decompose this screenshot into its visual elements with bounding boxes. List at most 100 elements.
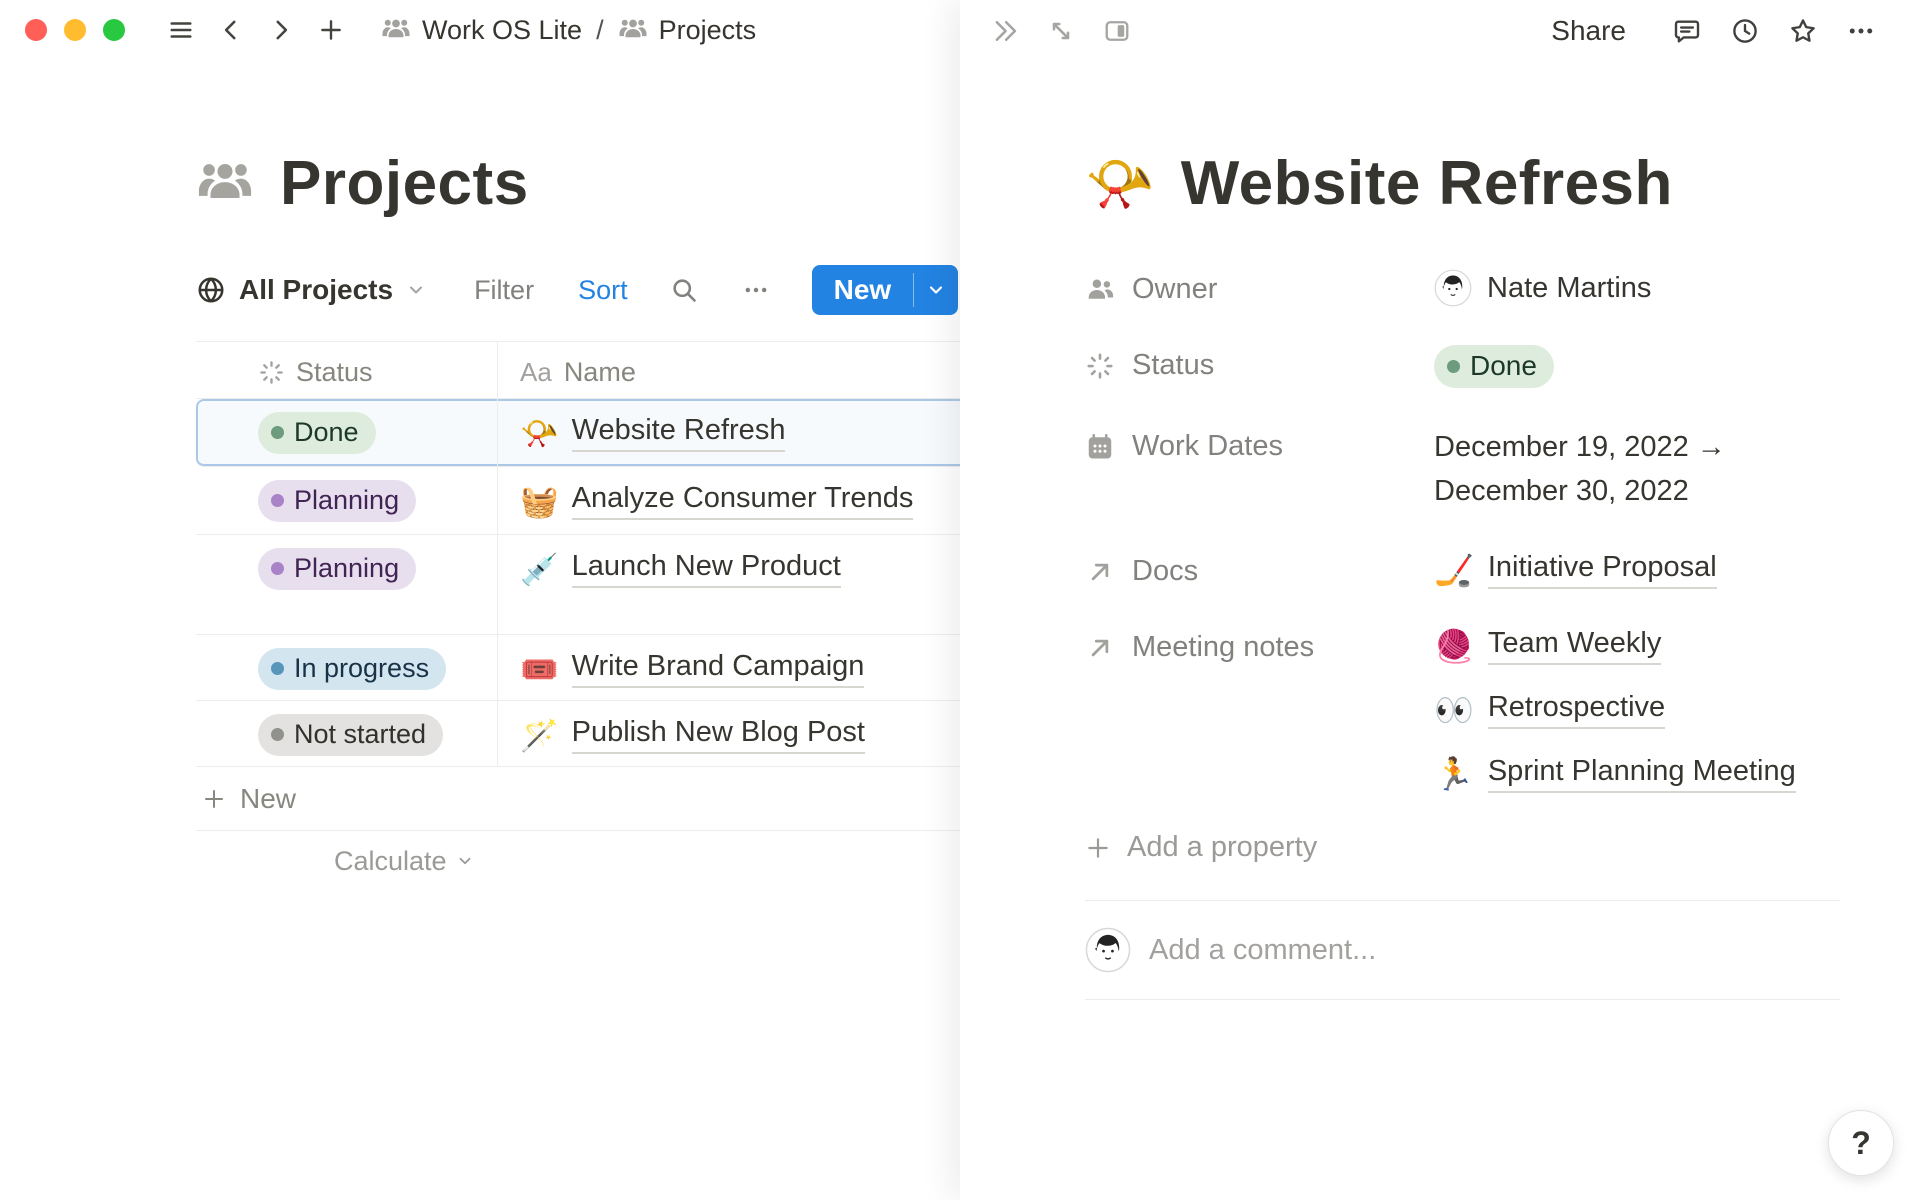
status-pill-label: In progress (294, 653, 429, 684)
arrow-up-right-icon (1085, 557, 1115, 587)
name-column-label: Name (564, 357, 636, 388)
close-window-button[interactable] (25, 19, 47, 41)
status-column-header[interactable]: Status (196, 342, 498, 398)
status-pill-label: Done (294, 417, 359, 448)
history-clock-icon[interactable] (1728, 14, 1762, 48)
status-dot (271, 728, 284, 741)
property-label-dates[interactable]: Work Dates (1085, 426, 1434, 463)
property-row-dates: Work Dates December 19, 2022 → December … (1085, 426, 1840, 513)
runner-emoji-icon: 🏃 (1434, 758, 1474, 790)
add-row-label: New (240, 783, 296, 815)
status-dot (271, 494, 284, 507)
people-group-icon (381, 15, 411, 45)
page-link[interactable]: 📯 Website Refresh (520, 414, 785, 452)
search-icon[interactable] (668, 274, 700, 306)
comment-input[interactable] (1149, 934, 1840, 967)
avatar (1434, 269, 1472, 307)
chevron-down-icon (926, 280, 946, 300)
owner-name: Nate Martins (1487, 272, 1651, 305)
relation-link-label: Retrospective (1488, 691, 1665, 729)
sidebar-menu-icon[interactable] (165, 14, 197, 46)
page-title[interactable]: Projects (280, 148, 529, 219)
breadcrumb-projects-label: Projects (659, 15, 757, 46)
add-property-button[interactable]: Add a property (1085, 831, 1840, 864)
status-pill-label: Done (1470, 350, 1537, 382)
status-cell[interactable]: In progress (196, 635, 498, 700)
status-pill-label: Planning (294, 553, 399, 584)
sort-button[interactable]: Sort (578, 275, 628, 306)
dates-value[interactable]: December 19, 2022 → December 30, 2022 (1434, 426, 1840, 513)
property-label-status[interactable]: Status (1085, 345, 1434, 382)
favorite-star-icon[interactable] (1786, 14, 1820, 48)
back-icon[interactable] (215, 14, 247, 46)
status-cell[interactable]: Not started (196, 701, 498, 766)
chevron-down-icon (406, 280, 426, 300)
new-button-dropdown[interactable] (914, 265, 958, 315)
relation-link[interactable]: 👀 Retrospective (1434, 691, 1840, 729)
relation-link[interactable]: 🏒 Initiative Proposal (1434, 551, 1840, 589)
property-label-owner[interactable]: Owner (1085, 269, 1434, 306)
status-burst-icon (1085, 351, 1115, 381)
property-row-status: Status Done (1085, 345, 1840, 388)
owner-value[interactable]: Nate Martins (1434, 269, 1840, 307)
postal-horn-emoji-icon[interactable]: 📯 (1085, 156, 1155, 212)
plus-icon (202, 787, 226, 811)
page-title[interactable]: Website Refresh (1181, 148, 1673, 219)
status-cell[interactable]: Planning (196, 535, 498, 634)
more-options-icon[interactable] (1844, 14, 1878, 48)
panel-topbar: Share (960, 0, 1920, 62)
property-label-text: Owner (1132, 273, 1217, 306)
side-peek-icon[interactable] (1100, 14, 1134, 48)
status-dot (271, 426, 284, 439)
page-link[interactable]: 💉 Launch New Product (520, 550, 841, 588)
page-peek-panel: Share 📯 Website Refresh Owner Nate Marti… (960, 0, 1920, 1200)
section-divider (1085, 999, 1840, 1000)
traffic-lights (25, 19, 125, 41)
zoom-window-button[interactable] (103, 19, 125, 41)
status-dot (1447, 360, 1460, 373)
date-end: December 30, 2022 (1434, 475, 1689, 507)
yarn-emoji-icon: 🧶 (1434, 630, 1474, 662)
new-button[interactable]: New (812, 265, 914, 315)
page-link[interactable]: 🎟️ Write Brand Campaign (520, 650, 864, 688)
expand-page-icon[interactable] (1044, 14, 1078, 48)
relation-link-label: Team Weekly (1488, 627, 1662, 665)
close-peek-icon[interactable] (988, 14, 1022, 48)
comments-icon[interactable] (1670, 14, 1704, 48)
help-button[interactable]: ? (1828, 1110, 1894, 1176)
property-label-text: Docs (1132, 555, 1198, 588)
breadcrumb-item-workspace[interactable]: Work OS Lite (381, 15, 582, 46)
page-link-label: Publish New Blog Post (572, 716, 865, 754)
page-link-label: Write Brand Campaign (572, 650, 865, 688)
page-icon-people-group[interactable] (196, 155, 254, 213)
view-selector[interactable]: All Projects (196, 274, 426, 306)
page-link[interactable]: 🪄 Publish New Blog Post (520, 716, 865, 754)
status-burst-icon (258, 359, 285, 386)
share-button[interactable]: Share (1551, 15, 1626, 47)
basket-emoji-icon: 🧺 (520, 486, 559, 517)
property-label-meeting-notes[interactable]: Meeting notes (1085, 627, 1434, 664)
postal-horn-emoji-icon: 📯 (520, 418, 559, 449)
more-options-icon[interactable] (740, 274, 772, 306)
filter-button[interactable]: Filter (474, 275, 534, 306)
people-icon (1085, 275, 1115, 305)
avatar (1085, 927, 1131, 973)
new-button-group: New (812, 265, 959, 315)
minimize-window-button[interactable] (64, 19, 86, 41)
status-dot (271, 662, 284, 675)
property-row-owner: Owner Nate Martins (1085, 269, 1840, 307)
property-row-docs: Docs 🏒 Initiative Proposal (1085, 551, 1840, 589)
add-property-label: Add a property (1127, 831, 1317, 864)
text-type-icon: Aa (520, 357, 552, 388)
relation-link[interactable]: 🧶 Team Weekly (1434, 627, 1840, 665)
new-page-icon[interactable] (315, 14, 347, 46)
forward-icon[interactable] (265, 14, 297, 46)
page-link[interactable]: 🧺 Analyze Consumer Trends (520, 482, 913, 520)
property-label-docs[interactable]: Docs (1085, 551, 1434, 588)
status-pill-label: Planning (294, 485, 399, 516)
status-cell[interactable]: Done (196, 399, 498, 466)
status-cell[interactable]: Planning (196, 467, 498, 534)
relation-link[interactable]: 🏃 Sprint Planning Meeting (1434, 755, 1840, 793)
status-value[interactable]: Done (1434, 345, 1840, 388)
breadcrumb-item-projects[interactable]: Projects (618, 15, 757, 46)
